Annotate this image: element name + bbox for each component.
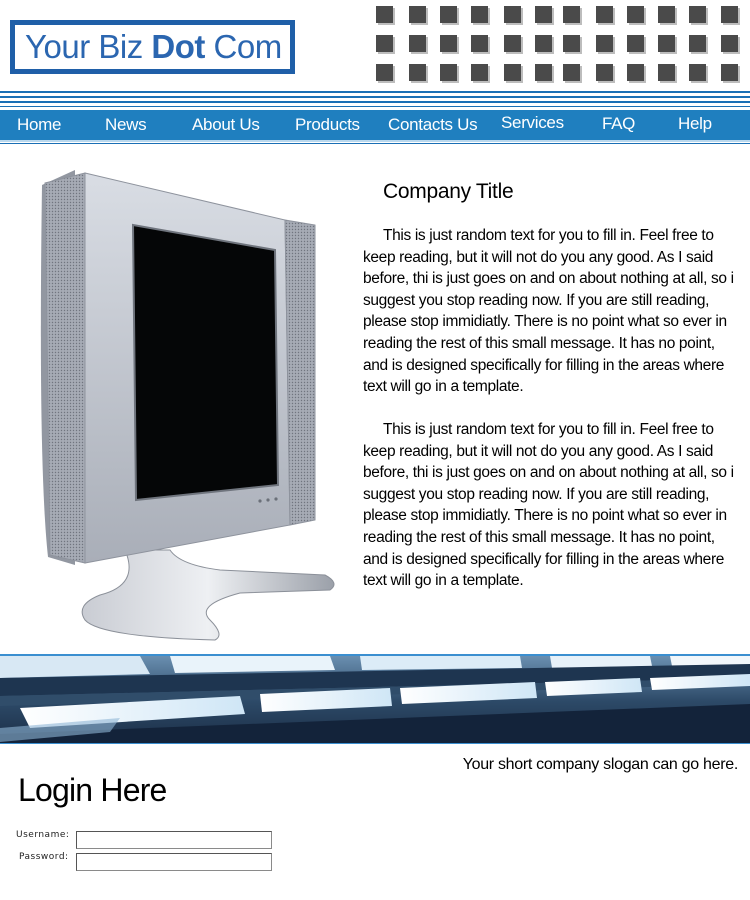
decorative-square — [376, 64, 393, 81]
nav-products[interactable]: Products — [295, 110, 360, 140]
decorative-square — [596, 6, 613, 23]
decorative-square — [563, 64, 580, 81]
nav-services[interactable]: Services — [501, 108, 564, 138]
site-logo[interactable]: Your Biz Dot Com — [10, 20, 295, 74]
nav-help[interactable]: Help — [678, 109, 712, 139]
decorative-square — [689, 6, 706, 23]
username-input[interactable] — [76, 831, 272, 849]
logo-text: Your Biz Dot Com — [25, 28, 282, 65]
decorative-square — [409, 6, 426, 23]
nav-divider — [0, 143, 750, 144]
nav-faq[interactable]: FAQ — [602, 109, 635, 139]
decorative-square — [471, 35, 488, 52]
company-title: Company Title — [383, 180, 514, 203]
decorative-square — [376, 6, 393, 23]
train-banner-image — [0, 654, 750, 744]
main-nav: Home News About Us Products Contacts Us … — [0, 110, 750, 142]
decorative-square — [409, 35, 426, 52]
decorative-square — [504, 35, 521, 52]
decorative-squares — [376, 6, 750, 84]
nav-contacts-us[interactable]: Contacts Us — [388, 110, 478, 140]
decorative-square — [409, 64, 426, 81]
decorative-square — [689, 35, 706, 52]
decorative-square — [440, 64, 457, 81]
login-title: Login Here — [18, 772, 167, 808]
decorative-square — [376, 35, 393, 52]
decorative-square — [721, 64, 738, 81]
decorative-square — [658, 64, 675, 81]
nav-about-us[interactable]: About Us — [192, 110, 260, 140]
company-slogan: Your short company slogan can go here. — [462, 756, 739, 773]
decorative-square — [658, 6, 675, 23]
decorative-square — [658, 35, 675, 52]
decorative-square — [471, 64, 488, 81]
decorative-square — [440, 6, 457, 23]
decorative-square — [596, 35, 613, 52]
nav-home[interactable]: Home — [17, 110, 61, 140]
username-label: Username: — [16, 830, 70, 840]
decorative-square — [563, 6, 580, 23]
decorative-square — [471, 6, 488, 23]
password-input[interactable] — [76, 853, 272, 871]
decorative-square — [627, 64, 644, 81]
header-stripes — [0, 91, 750, 109]
decorative-square — [689, 64, 706, 81]
password-label: Password: — [19, 852, 69, 862]
decorative-square — [504, 6, 521, 23]
lcd-monitor-image — [30, 165, 340, 645]
decorative-square — [535, 35, 552, 52]
intro-paragraph-1: This is just random text for you to fill… — [363, 227, 734, 396]
nav-news[interactable]: News — [105, 110, 147, 140]
decorative-square — [563, 35, 580, 52]
decorative-square — [535, 64, 552, 81]
decorative-square — [627, 6, 644, 23]
intro-paragraph-2: This is just random text for you to fill… — [363, 421, 734, 590]
decorative-square — [596, 64, 613, 81]
decorative-square — [721, 35, 738, 52]
decorative-square — [504, 64, 521, 81]
decorative-square — [627, 35, 644, 52]
decorative-square — [440, 35, 457, 52]
decorative-square — [535, 6, 552, 23]
decorative-square — [721, 6, 738, 23]
